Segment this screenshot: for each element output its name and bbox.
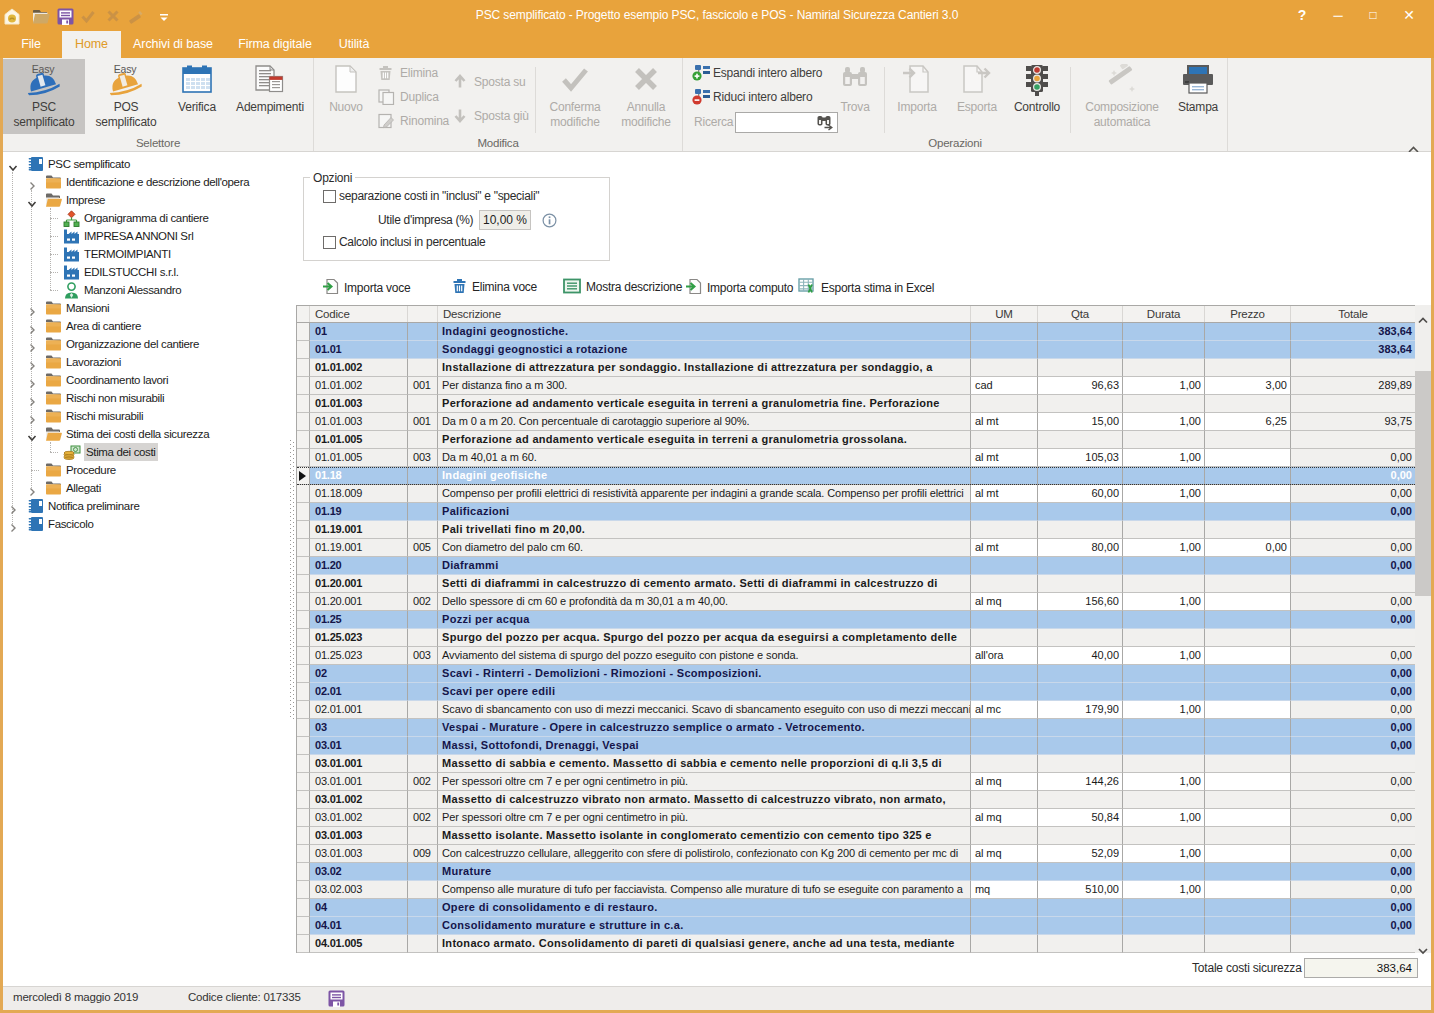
svg-text:Easy: Easy bbox=[114, 64, 137, 75]
svg-text:Easy: Easy bbox=[32, 64, 55, 75]
